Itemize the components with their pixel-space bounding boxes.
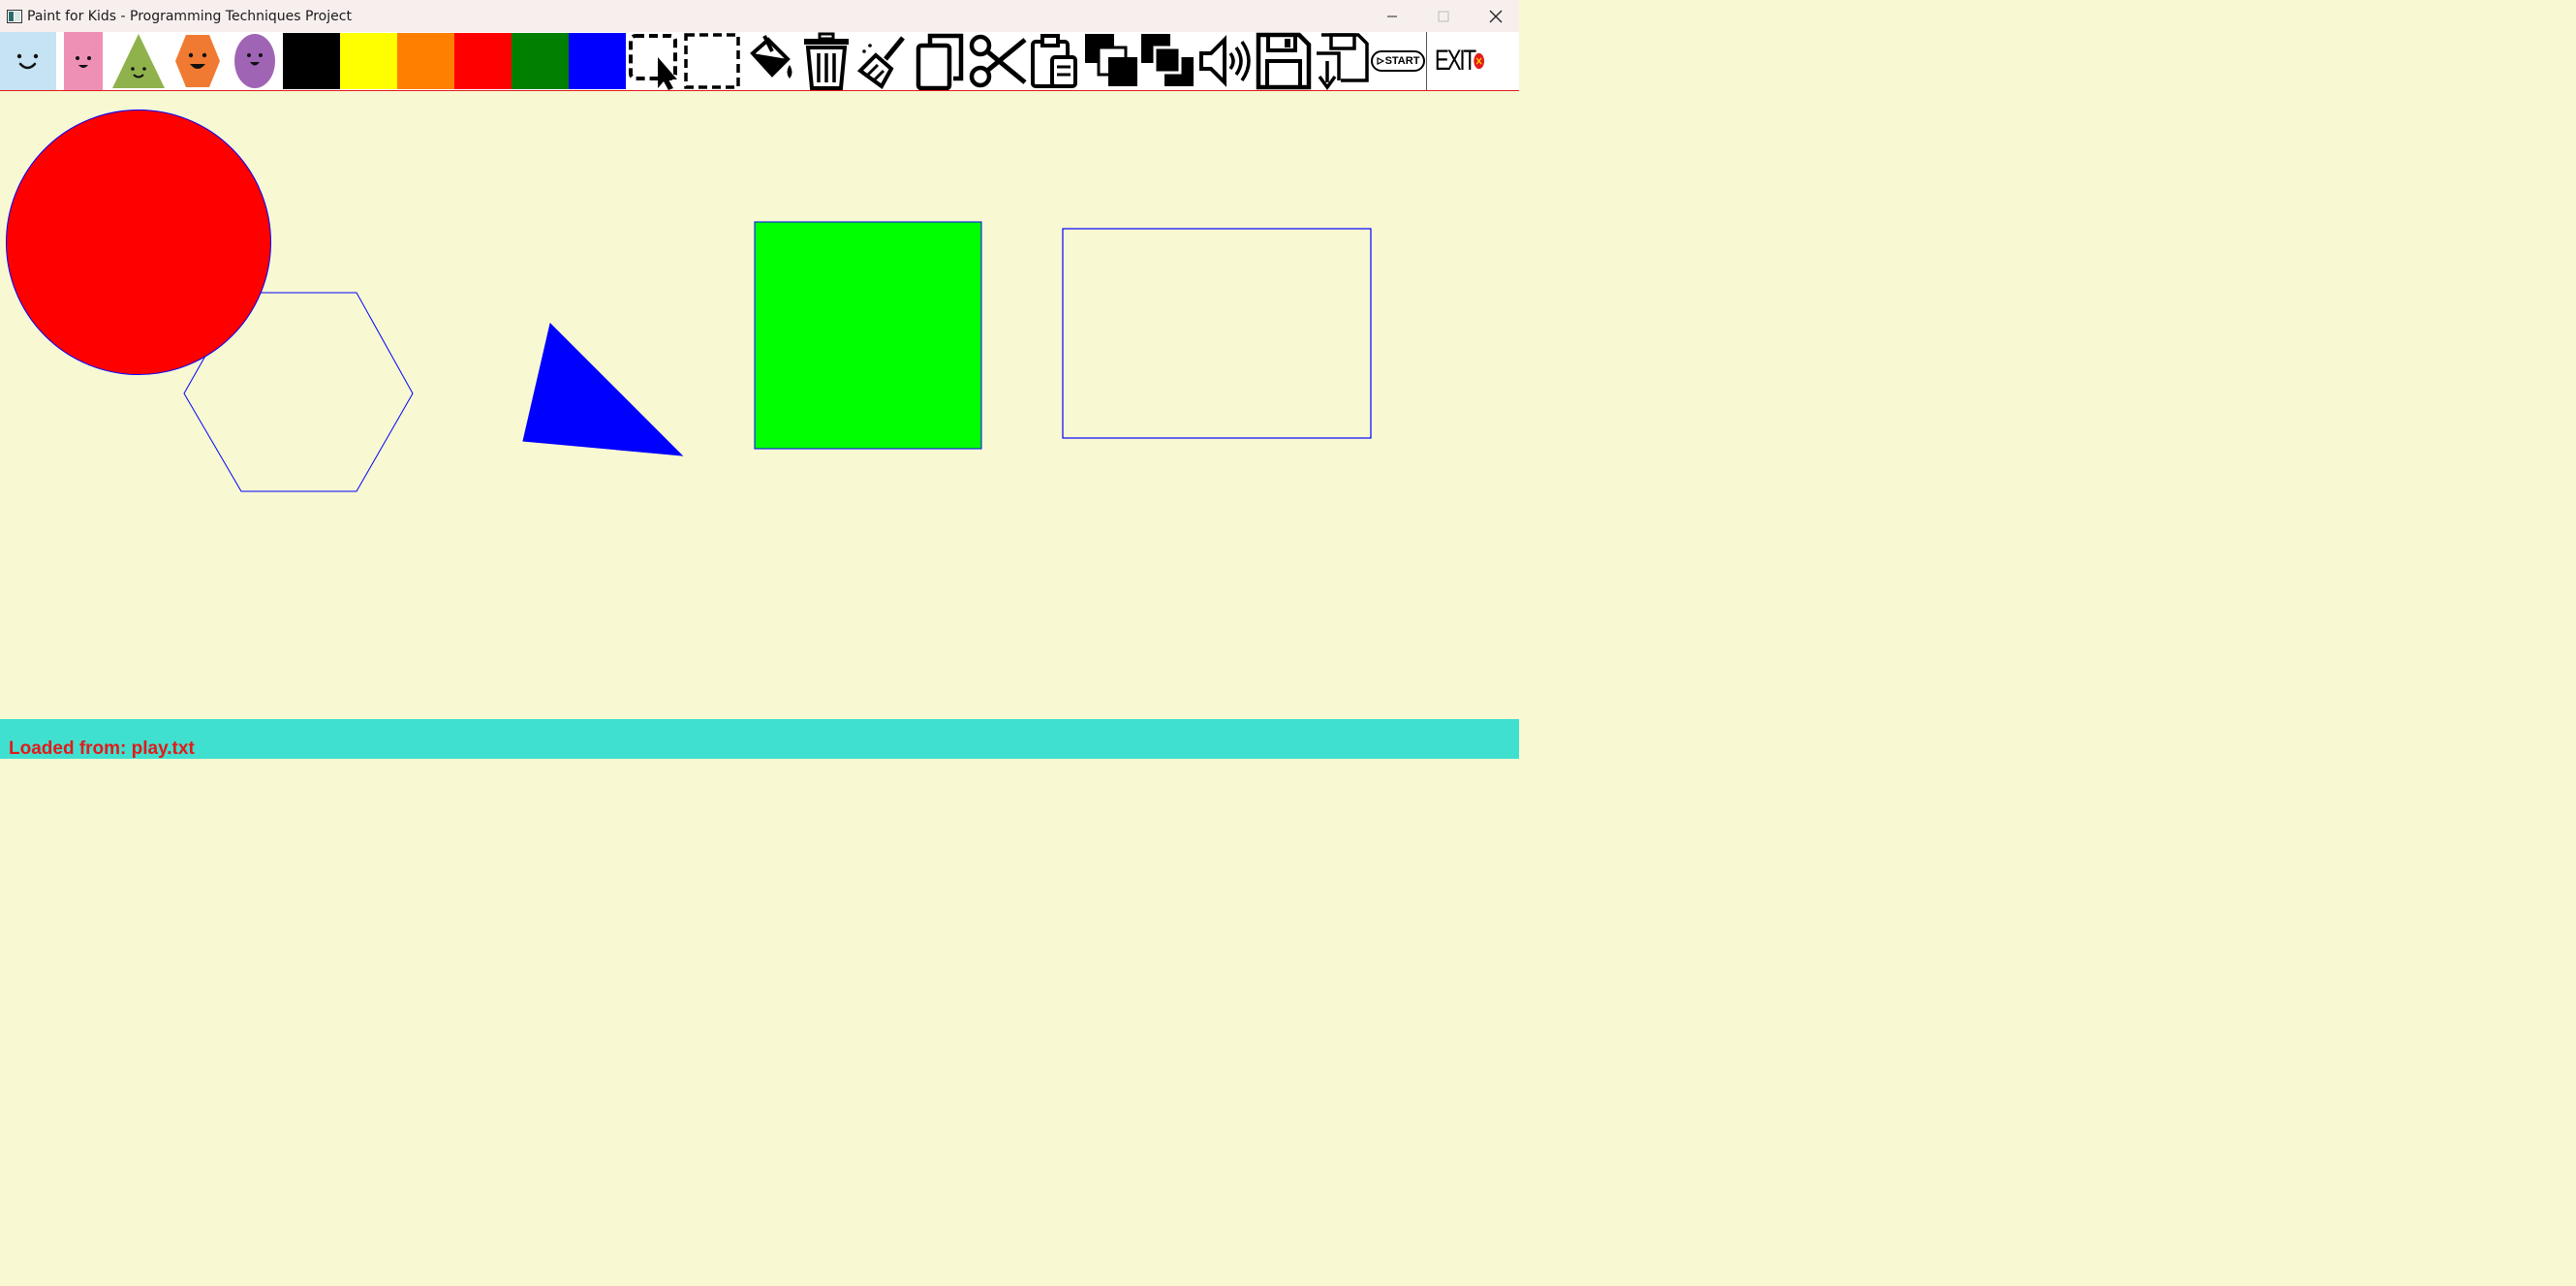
hexagon-tool-button[interactable] bbox=[174, 32, 221, 90]
exit-button[interactable]: EXIT bbox=[1428, 32, 1484, 90]
color-swatch-red[interactable] bbox=[454, 33, 512, 89]
cut-button[interactable] bbox=[969, 32, 1027, 90]
triangle-tool-button[interactable] bbox=[110, 32, 167, 90]
select-button[interactable] bbox=[627, 32, 683, 90]
title-bar: Paint for Kids - Programming Techniques … bbox=[0, 0, 1519, 32]
circle-tool-button[interactable] bbox=[233, 32, 277, 90]
bring-to-front-icon bbox=[1141, 34, 1194, 86]
fill-bucket-icon bbox=[750, 35, 792, 78]
square-tool-button[interactable] bbox=[0, 32, 56, 90]
triangle-face-icon bbox=[112, 34, 165, 88]
sound-button[interactable] bbox=[1197, 32, 1254, 90]
status-message: Loaded from: play.txt bbox=[9, 738, 195, 759]
square-shape[interactable] bbox=[754, 221, 982, 450]
exit-label: EXIT bbox=[1434, 45, 1476, 77]
delete-button[interactable] bbox=[800, 32, 853, 90]
drawing-canvas[interactable] bbox=[0, 91, 1519, 719]
copy-icon bbox=[916, 33, 964, 90]
sound-icon bbox=[1199, 35, 1251, 87]
load-icon bbox=[1317, 33, 1369, 90]
rectangle-tool-button[interactable] bbox=[64, 32, 103, 90]
clear-all-brush-icon bbox=[856, 36, 905, 89]
multi-select-button[interactable] bbox=[683, 32, 741, 90]
load-button[interactable] bbox=[1314, 32, 1370, 90]
circle-shape[interactable] bbox=[6, 110, 271, 375]
start-label: START bbox=[1384, 55, 1420, 67]
triangle-shape[interactable] bbox=[522, 323, 684, 456]
color-swatch-orange[interactable] bbox=[397, 33, 454, 89]
send-to-back-button[interactable] bbox=[1083, 32, 1139, 90]
toolbar: START EXIT bbox=[0, 32, 1519, 91]
select-icon bbox=[629, 34, 677, 90]
cut-icon bbox=[969, 34, 1027, 88]
status-bar: Loaded from: play.txt bbox=[0, 719, 1519, 759]
save-button[interactable] bbox=[1256, 32, 1312, 90]
exit-x-icon bbox=[1474, 52, 1484, 70]
save-icon bbox=[1256, 32, 1312, 90]
send-to-back-icon bbox=[1085, 34, 1137, 86]
maximize-button[interactable] bbox=[1417, 0, 1470, 32]
app-icon bbox=[7, 9, 22, 23]
start-button[interactable]: START bbox=[1370, 32, 1426, 90]
hexagon-face-icon bbox=[175, 35, 220, 87]
bring-to-front-button[interactable] bbox=[1139, 32, 1195, 90]
multi-select-icon bbox=[684, 33, 740, 89]
fill-button[interactable] bbox=[743, 32, 799, 90]
play-icon bbox=[1376, 57, 1384, 65]
rectangle-face-icon bbox=[76, 56, 91, 68]
delete-icon bbox=[804, 32, 849, 90]
toolbar-divider bbox=[1426, 32, 1427, 90]
close-button[interactable] bbox=[1470, 0, 1522, 32]
color-swatch-green[interactable] bbox=[512, 33, 569, 89]
square-face-icon bbox=[16, 53, 39, 70]
paste-icon bbox=[1031, 34, 1077, 88]
color-swatch-black[interactable] bbox=[283, 33, 340, 89]
minimize-button[interactable] bbox=[1366, 0, 1418, 32]
clear-all-button[interactable] bbox=[856, 32, 911, 90]
copy-button[interactable] bbox=[915, 32, 969, 90]
rectangle-shape[interactable] bbox=[1062, 228, 1372, 439]
circle-face-icon bbox=[234, 34, 275, 88]
color-swatch-yellow[interactable] bbox=[340, 33, 397, 89]
window-title: Paint for Kids - Programming Techniques … bbox=[27, 8, 352, 24]
color-swatch-blue[interactable] bbox=[569, 33, 626, 89]
paste-button[interactable] bbox=[1029, 32, 1081, 90]
